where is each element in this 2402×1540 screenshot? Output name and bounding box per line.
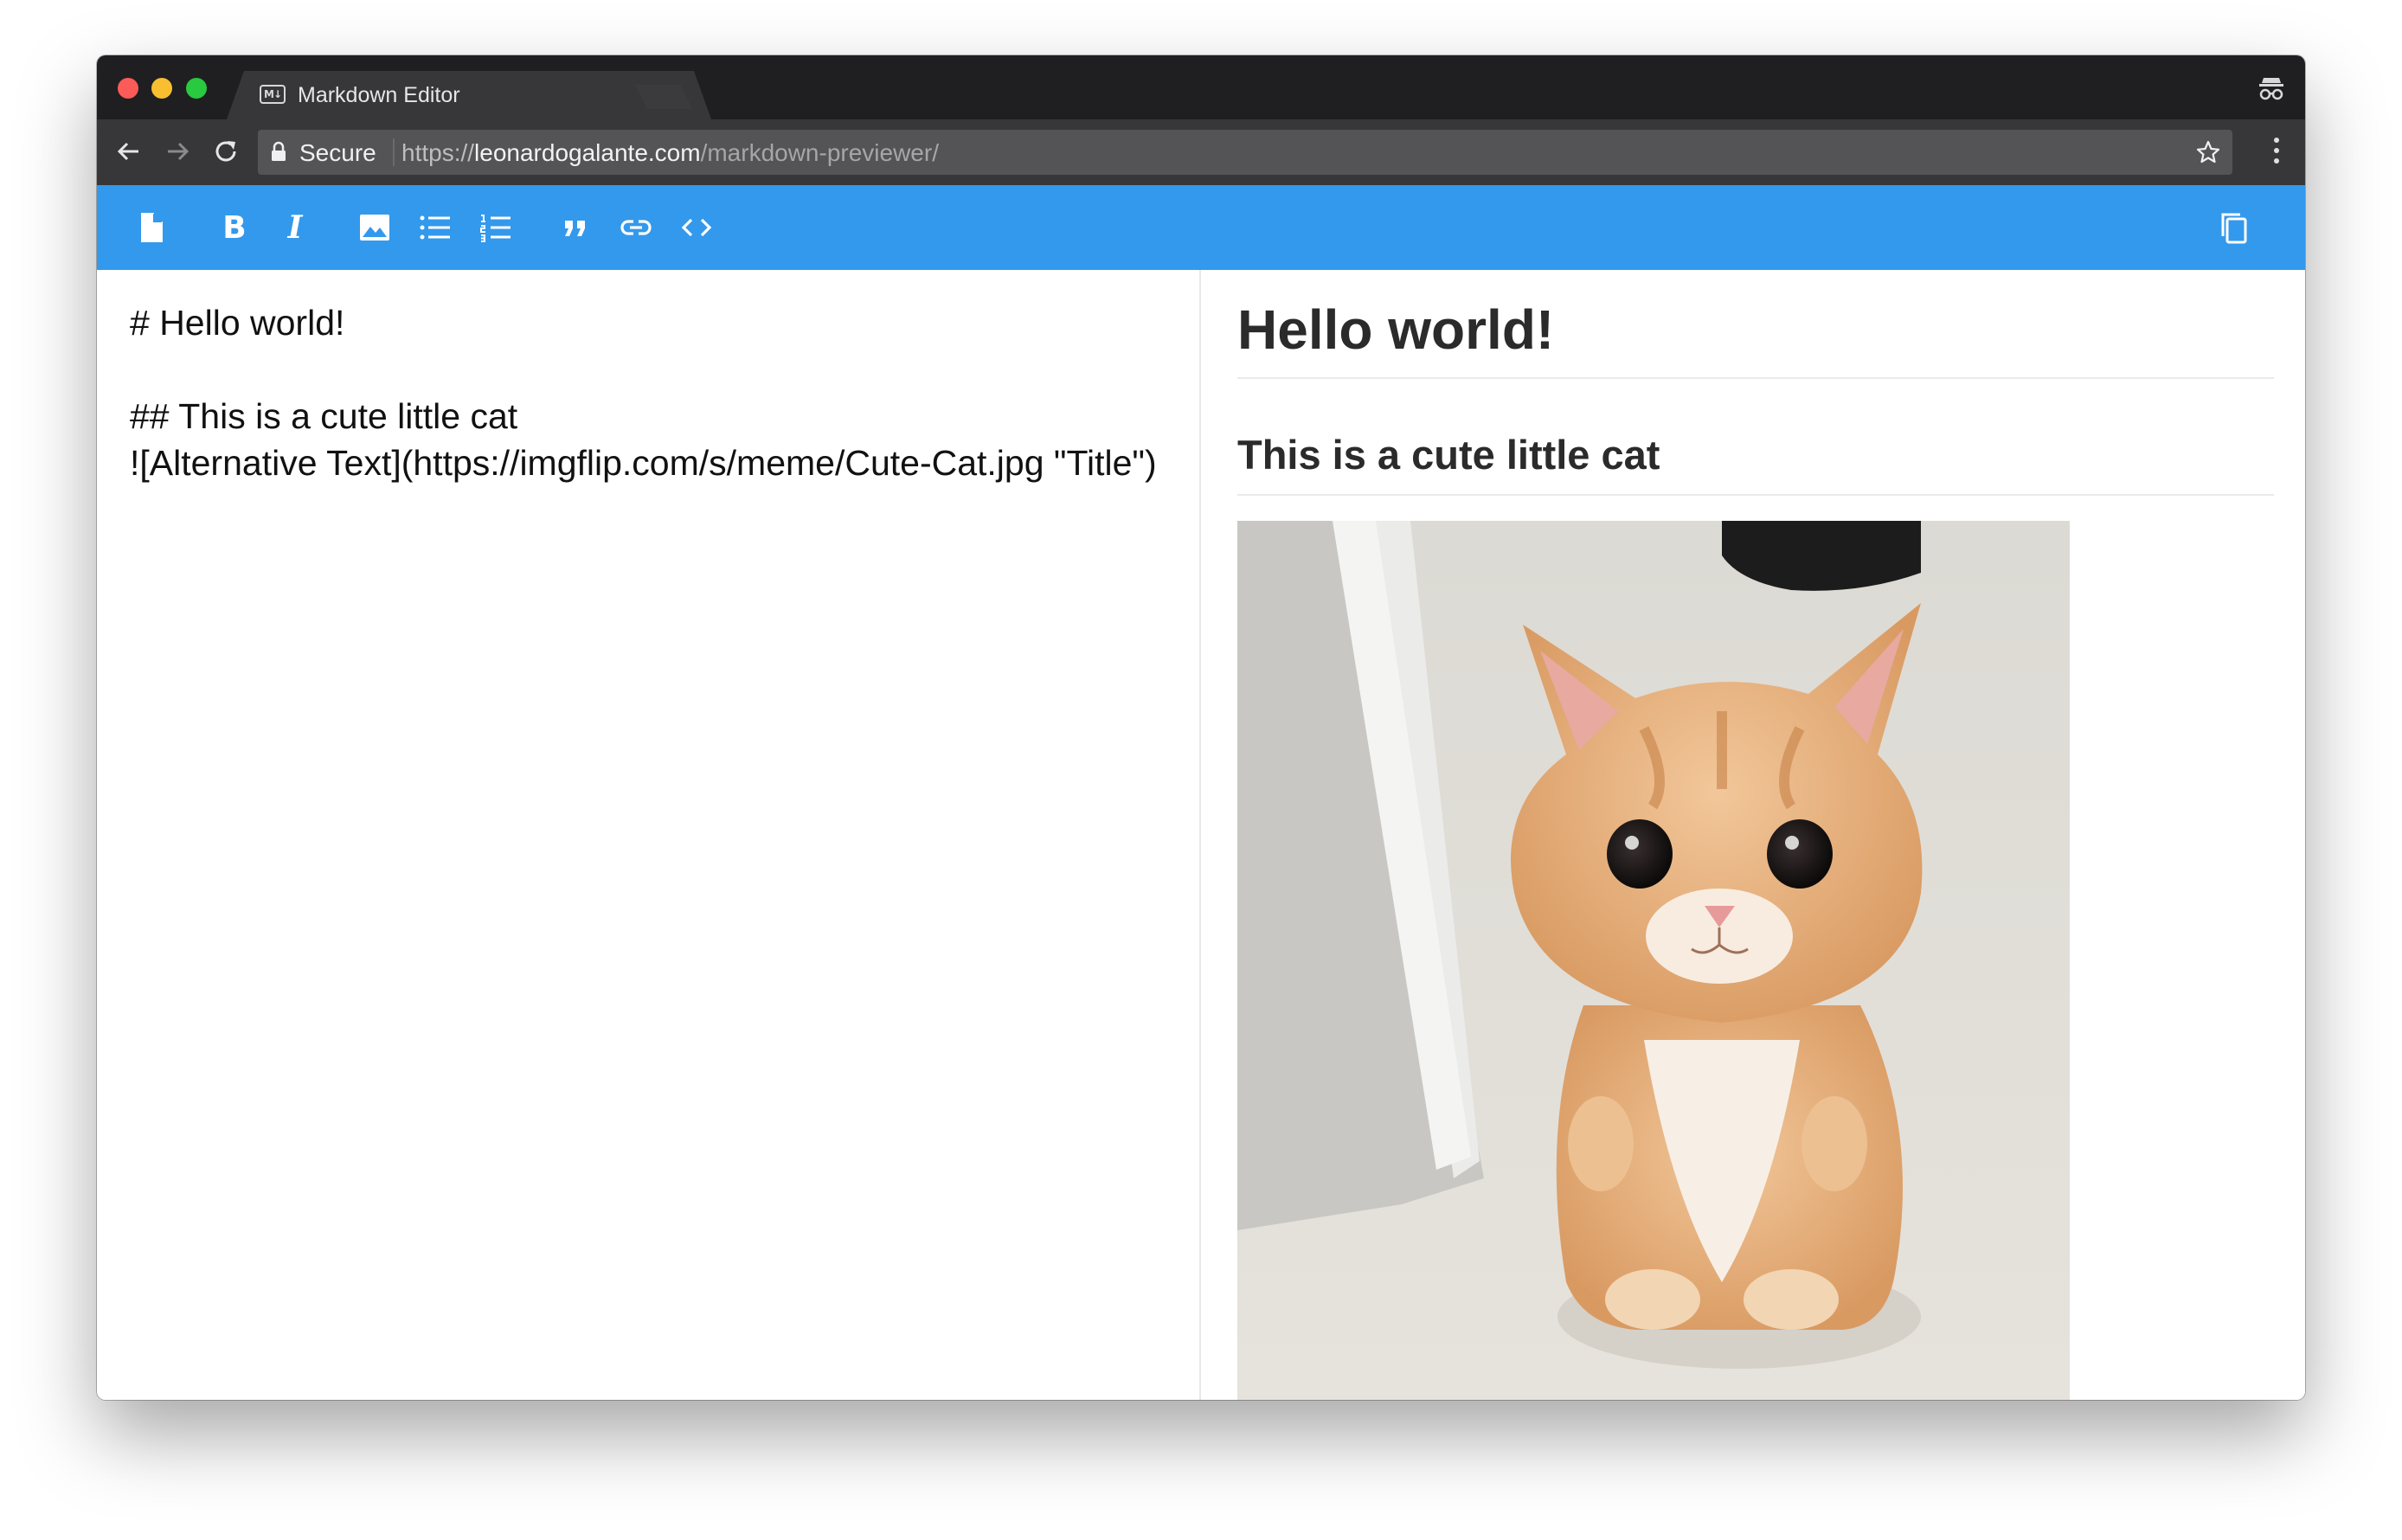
bulleted-list-button[interactable] [415,208,455,247]
copy-icon [2221,213,2247,244]
incognito-icon [2259,78,2283,100]
kitten-picture [1237,521,2070,1400]
browser-toolbar: Secure https://leonardogalante.com/markd… [97,119,2305,185]
star-icon[interactable] [2194,138,2222,166]
preview-heading-1: Hello world! [1237,298,2274,379]
image-button[interactable] [355,208,395,247]
minimize-window-button[interactable] [151,78,172,99]
italic-icon: I [287,209,303,246]
back-icon[interactable] [112,135,145,168]
close-window-button[interactable] [118,78,138,99]
document-icon [141,213,163,242]
bulleted-list-icon [420,215,450,240]
code-icon [681,218,712,237]
new-document-button[interactable] [132,208,171,247]
bold-icon: B [222,209,247,246]
markdown-textarea[interactable]: # Hello world! ## This is a cute little … [130,299,1177,486]
quote-icon [565,221,585,236]
markdown-favicon-icon: M↓ [260,85,286,104]
quote-button[interactable] [556,208,595,247]
tab-strip: M↓ Markdown Editor × [97,55,2305,119]
address-bar[interactable]: Secure https://leonardogalante.com/markd… [258,130,2232,175]
copy-button[interactable] [2213,208,2253,247]
bold-button[interactable]: B [215,208,254,247]
numbered-list-button[interactable] [476,208,516,247]
preview-heading-2: This is a cute little cat [1237,431,2274,496]
italic-button[interactable]: I [275,208,315,247]
maximize-window-button[interactable] [186,78,207,99]
url-path: /markdown-previewer/ [700,139,939,166]
kebab-menu-icon[interactable] [2272,135,2281,168]
link-icon [620,220,652,235]
secure-label: Secure [299,139,376,166]
editor-toolbar: B I [97,185,2305,270]
markdown-editor-pane: # Hello world! ## This is a cute little … [97,270,1201,1400]
tab-title: Markdown Editor [298,83,460,107]
markdown-preview-pane: Hello world! This is a cute little cat [1203,270,2305,1400]
numbered-list-icon [480,215,511,242]
code-button[interactable] [677,208,716,247]
url-scheme: https:// [401,139,475,166]
url-host: leonardogalante.com [474,139,701,166]
forward-icon[interactable] [161,135,194,168]
url-text[interactable]: https://leonardogalante.com/markdown-pre… [401,139,939,167]
preview-cat-image [1237,521,2070,1400]
omnibox-separator [393,138,395,166]
link-button[interactable] [616,208,656,247]
image-icon [360,215,389,241]
lock-icon [272,141,286,161]
reload-icon[interactable] [209,135,242,168]
browser-window: M↓ Markdown Editor × [97,55,2305,1400]
tab-markdown-editor[interactable]: M↓ Markdown Editor × [227,71,711,119]
